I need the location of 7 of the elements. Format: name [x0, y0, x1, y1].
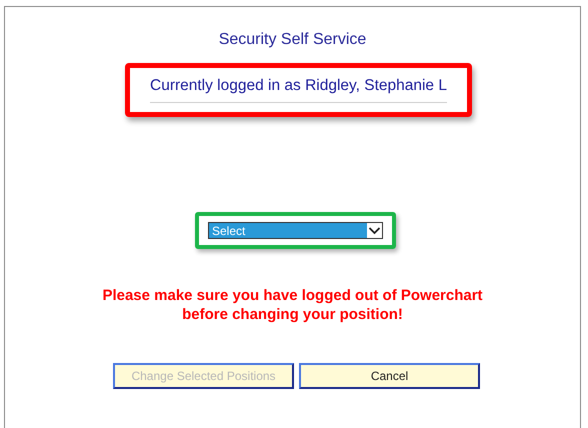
warning-text: before changing your position!	[182, 305, 403, 324]
cancel-button[interactable]: Cancel	[299, 363, 480, 389]
position-dropdown[interactable]: Select	[208, 222, 383, 239]
window-title: Security Self Service	[218, 31, 366, 50]
warning-text: Please make sure you have logged out of Powerchart	[102, 286, 483, 305]
login-status-text: Currently logged in as Ridgley, Stephanie L	[150, 77, 447, 103]
caret-icon	[367, 223, 382, 238]
